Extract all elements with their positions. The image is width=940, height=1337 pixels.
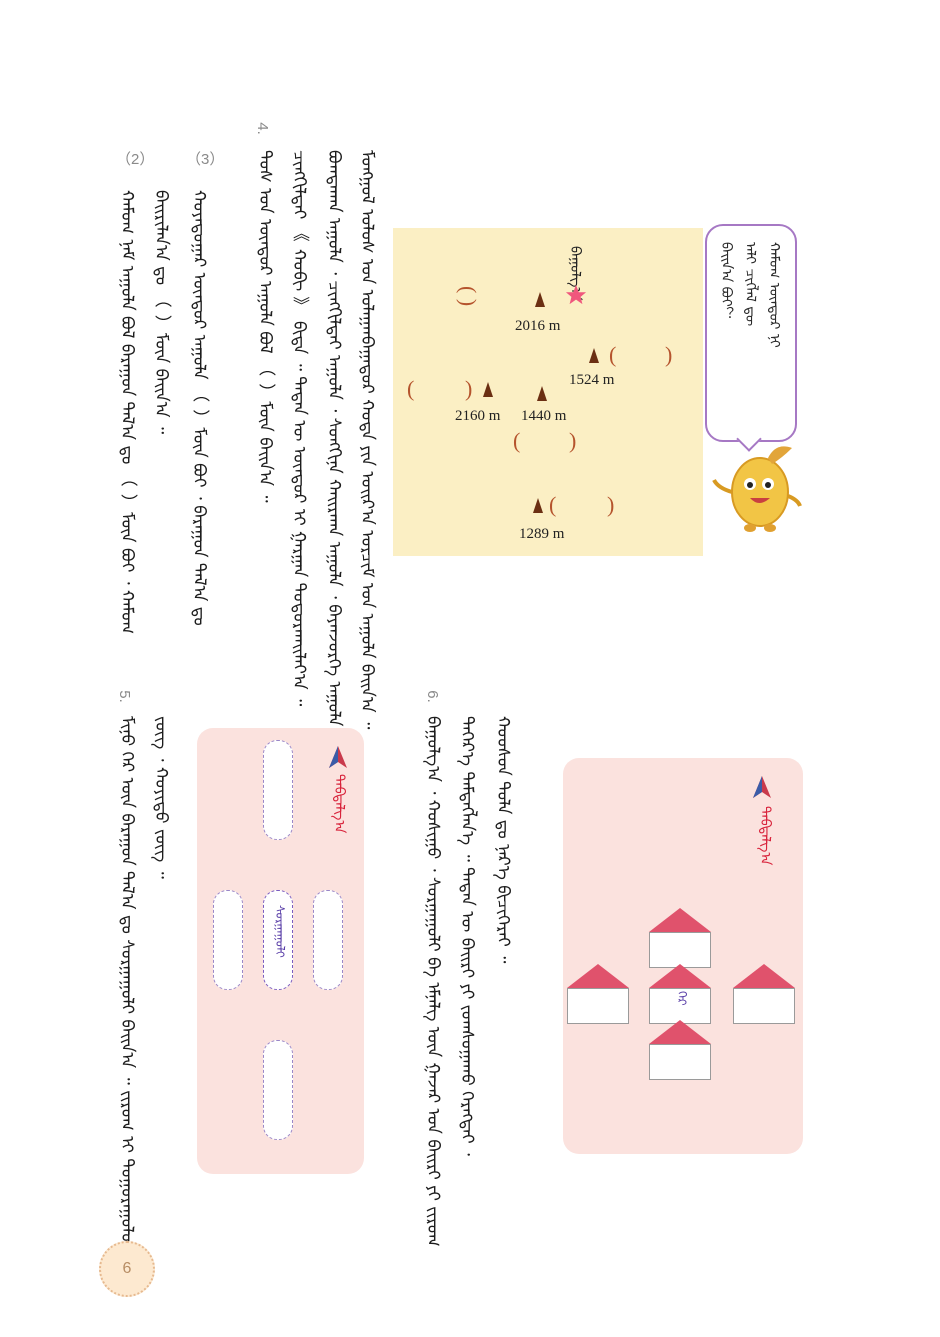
answer-blank-1524-close: ) <box>665 342 673 367</box>
mountain-1524-icon <box>589 348 599 363</box>
q4-sub3-line-2: ᠪᠠᠢᠷᠢᠯᠠᠨ᠎ᠠ ᠳᠤ （ ）ᠮᠥᠨ ᠪᠠᠢᠨ᠎ᠠ ᠃ <box>151 190 171 435</box>
mountain-2016-icon <box>535 292 545 307</box>
q4-line-4: ᠲᠤᠰ ᠤᠨ ᠥᠨᠳᠥᠷ ᠠᠭᠤᠯᠠ ᠪᠣᠯ （ ）ᠮᠥᠨ ᠪᠠᠢᠨ᠎ᠠ ᠃ <box>255 150 275 503</box>
mountain-1440-icon <box>537 386 547 401</box>
question-6-number: 6. <box>423 690 441 703</box>
answer-blank-2160-close: ) <box>465 376 473 401</box>
q4-line-2: ᠪᠣᠭᠳᠠᠬᠠᠨ ᠠᠭᠤᠯᠠ ᠂ ᠴᠢᠩᠭᠢᠯᠲᠡᠢ ᠠᠭᠤᠯᠠ ᠂ ᠰᠣᠩᠭᠢ… <box>324 150 344 739</box>
elevation-1524: 1524 m <box>569 372 615 388</box>
direction-blank-right[interactable] <box>313 890 343 990</box>
bubble-line-1: ᠬᠠᠮᠤᠭ ᠥᠨᠳᠥᠷ ᠨᠢ <box>766 242 782 348</box>
q5-direction-panel: ᠳᠠᠪᠳᠠᠯᠭ᠎ᠠ ᠰᠤᠷᠭᠠᠭᠤᠯᠢ <box>197 728 364 1174</box>
question-5-number: 5. <box>115 690 133 703</box>
pencil-icon-q5 <box>329 746 347 768</box>
house-left[interactable] <box>567 964 629 1024</box>
answer-blank-1524[interactable]: ( <box>609 342 616 368</box>
mountain-1289-icon <box>533 498 543 513</box>
pencil-icon <box>753 776 771 798</box>
page-number: 6 <box>122 1260 132 1277</box>
answer-blank-1289-close: ) <box>607 492 615 517</box>
answer-blank-2016[interactable]: ( ) <box>455 286 481 306</box>
elevation-2016: 2016 m <box>515 318 561 334</box>
q6-line-2: ᠳᠡᠭᠡᠷ᠎ᠡ ᠲᠡᠮᠳᠡᠭᠯᠡᠨ᠎ᠡ ᠃ ᠲᠡᠳᠡᠨ ᠦ ᠪᠠᠢᠷᠢ ᠶᠢ ᠵ… <box>457 716 477 1156</box>
answer-blank-2160[interactable]: ( <box>407 376 414 402</box>
direction-blank-top[interactable] <box>263 740 293 840</box>
bubble-line-2: ᠠᠯᠢ ᠴᠢᠭᠯᠡᠯ ᠳᠦ <box>742 242 758 327</box>
q4-sub2-line-1: ᠬᠠᠮᠤᠭ ᠨᠠᠮ ᠠᠭᠤᠯᠠ ᠪᠣᠯ ᠪᠠᠷᠠᠭᠤᠨ ᠲᠠᠯ᠎ᠠ ᠳᠤ （ ）… <box>117 190 137 635</box>
speech-bubble: ᠬᠠᠮᠤᠭ ᠥᠨᠳᠥᠷ ᠨᠢ ᠠᠯᠢ ᠴᠢᠭᠯᠡᠯ ᠳᠦ ᠪᠠᠢᠨ᠎ᠠ ᠪᠣᠢ？ <box>705 224 797 442</box>
q6-house-panel: ᠳᠠᠪᠳᠠᠯᠭ᠎ᠠ ᠭᠡᠷ <box>563 758 803 1154</box>
direction-center-label: ᠰᠤᠷᠭᠠᠭᠤᠯᠢ <box>273 905 287 958</box>
q6-line-3: ᠬᠣᠣᠰᠤᠨ ᠲᠣᠯᠠ ᠳᠤ ᠨᠡᠷ᠎ᠡ ᠪᠢᠴᠢᠭᠡᠷᠡᠢ ᠃ <box>493 716 513 964</box>
mountain-2160-icon <box>483 382 493 397</box>
elevation-1289: 1289 m <box>519 526 565 542</box>
house-center: ᠭᠡᠷ <box>649 964 711 1024</box>
q6-tag-label: ᠳᠠᠪᠳᠠᠯᠭ᠎ᠠ <box>757 806 773 866</box>
star-icon <box>565 284 587 305</box>
bubble-line-3: ᠪᠠᠢᠨ᠎ᠠ ᠪᠣᠢ？ <box>718 242 734 321</box>
answer-blank-1289[interactable]: ( <box>549 492 556 518</box>
q5-tag-label: ᠳᠠᠪᠳᠠᠯᠭ᠎ᠠ <box>331 774 347 834</box>
elevation-2160: 2160 m <box>455 408 501 424</box>
elevation-1440: 1440 m <box>521 408 567 424</box>
house-center-label: ᠭᠡᠷ <box>675 991 689 1006</box>
q4-line-3: ᠴᠢᠩᠭᠢᠯᠲᠡᠢ 《 ᠬᠤᠪᠢ 》 ᠪᠢᠳᠡ ᠃ ᠲᠡᠳᠡᠨ ᠦ ᠥᠨᠳᠥᠷ … <box>289 150 309 707</box>
direction-blank-left[interactable] <box>213 890 243 990</box>
page-number-badge: 6 <box>99 1241 155 1297</box>
mountain-map: ᠪᠠᠭᠤᠯᠭ᠎ᠠ ( ) 2016 m ( ) 1524 m ( ) 2160 … <box>393 228 703 556</box>
q5-line-2: ᠵᠦᠭ ᠂ ᠬᠣᠶᠢᠳᠤ ᠵᠦᠭ ᠃ <box>151 716 171 879</box>
q4-sub3-label: （3） <box>186 151 225 168</box>
mascot-character-icon <box>712 446 802 532</box>
q4-sub3-line-1: ᠬᠣᠶᠠᠳᠤᠭᠠᠷ ᠥᠨᠳᠥᠷ ᠠᠭᠤᠯᠠ （ ）ᠮᠥᠨ ᠪᠣᠢ ᠂ ᠪᠠᠷᠠᠭ… <box>189 190 209 626</box>
answer-blank-1440[interactable]: ( <box>513 428 520 454</box>
answer-blank-1440-close: ) <box>569 428 577 453</box>
direction-blank-bottom[interactable] <box>263 1040 293 1140</box>
direction-center: ᠰᠤᠷᠭᠠᠭᠤᠯᠢ <box>263 890 293 990</box>
question-4-number: 4. <box>253 122 271 135</box>
q6-line-1: ᠪᠠᠭᠤᠯᠭ᠎ᠠ ᠂ ᠬᠣᠰᠢᠭᠤ ᠂ ᠰᠤᠷᠭᠠᠭᠤᠯᠢ ᠪᠠ ᠡᠮᠨᠡᠯᠭ … <box>423 716 443 1247</box>
q4-sub2-label: （2） <box>116 151 155 168</box>
q5-line-1: ᠮᠢᠨᠤ ᠭᠡᠷ ᠦᠨ ᠪᠠᠷᠠᠭᠤᠨ ᠲᠠᠯ᠎ᠠ ᠳᠤ ᠰᠤᠷᠭᠠᠭᠤᠯᠢ ᠪ… <box>117 716 137 1269</box>
house-bottom[interactable] <box>649 1020 711 1080</box>
house-right[interactable] <box>733 964 795 1024</box>
q4-line-1: ᠮᠣᠩᠭᠣᠯ ᠤᠯᠤᠰ ᠤᠨ ᠤᠯᠠᠭᠠᠨᠪᠠᠭᠠᠲᠤᠷ ᠬᠣᠲᠠ ᠶᠢᠨ ᠣᠢ… <box>357 150 377 730</box>
house-top[interactable] <box>649 908 711 968</box>
